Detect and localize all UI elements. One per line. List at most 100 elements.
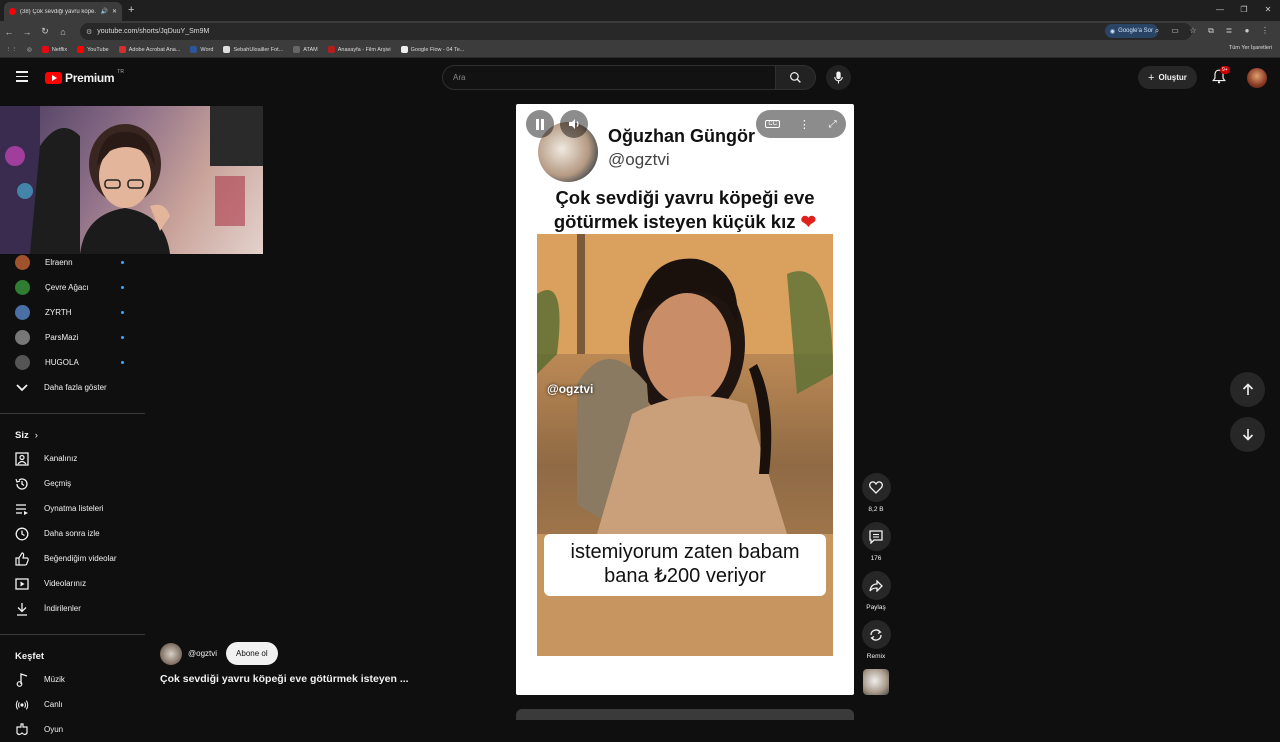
bookmark-youtube[interactable]: YouTube xyxy=(77,46,109,53)
next-short-preview[interactable] xyxy=(516,709,854,720)
browser-profile-icon[interactable]: ● xyxy=(1240,24,1254,38)
sidebar-item-label: Oynatma listeleri xyxy=(44,504,104,513)
tab-close-icon[interactable]: ✕ xyxy=(112,8,117,15)
new-tab-button[interactable]: + xyxy=(128,4,134,16)
sound-thumbnail[interactable] xyxy=(863,669,889,695)
volume-button[interactable] xyxy=(560,110,588,138)
comments-button[interactable] xyxy=(861,522,891,551)
region-code: TR xyxy=(117,69,124,75)
bookmark-atam[interactable]: ATAM xyxy=(293,46,318,53)
extensions-icon[interactable]: ⧉ xyxy=(1204,24,1218,38)
remix-button[interactable] xyxy=(861,620,891,649)
sidebar-item-watch-later[interactable]: Daha sonra izle xyxy=(0,521,145,546)
more-options-icon[interactable]: ⋮ xyxy=(799,118,810,131)
sidebar-item-label: Çevre Ağacı xyxy=(45,283,89,292)
remix-label: Remix xyxy=(866,653,886,660)
chrome-icon[interactable]: ◎ xyxy=(27,47,32,53)
bookmark-film-arsivi[interactable]: Anasayfa - Film Arşivi xyxy=(327,46,391,53)
maximize-button[interactable]: ❐ xyxy=(1232,0,1256,21)
menu-icon[interactable] xyxy=(16,71,28,85)
sidebar-item-label: Müzik xyxy=(44,675,65,684)
bookmarks-bar: ⋮⋮ ◎ Netflix YouTube Adobe Acrobat Ana..… xyxy=(0,42,1280,58)
person-icon xyxy=(15,451,29,466)
apps-icon[interactable]: ⋮⋮ xyxy=(6,47,17,53)
cast-icon[interactable]: ▭ xyxy=(1168,24,1182,38)
audio-icon: 🔊 xyxy=(100,9,108,15)
share-button[interactable] xyxy=(861,571,891,600)
channel-avatar xyxy=(15,305,30,320)
search-input[interactable] xyxy=(453,73,775,82)
back-button[interactable]: ← xyxy=(0,27,18,37)
create-button[interactable]: + Oluştur xyxy=(1138,66,1197,89)
sidebar-item-playlists[interactable]: Oynatma listeleri xyxy=(0,496,145,521)
reading-list-icon[interactable]: ≣ xyxy=(1222,24,1236,38)
bookmark-adobe[interactable]: Adobe Acrobat Ana... xyxy=(118,46,180,53)
sidebar-item-hugola[interactable]: HUGOLA xyxy=(0,350,145,375)
bookmark-star-icon[interactable]: ☆ xyxy=(1186,24,1200,38)
previous-short-button[interactable] xyxy=(1230,372,1265,407)
explore-section-header: Keşfet xyxy=(0,645,145,667)
zoom-icon[interactable]: ⌕ xyxy=(1150,24,1164,38)
subscribe-button[interactable]: Abone ol xyxy=(226,642,278,665)
sidebar-item-liked-videos[interactable]: Beğendiğim videolar xyxy=(0,546,145,571)
create-label: Oluştur xyxy=(1158,73,1187,82)
notification-badge: 9+ xyxy=(1220,66,1230,74)
sidebar-item-downloads[interactable]: İndirilenler xyxy=(0,596,145,621)
show-more-button[interactable]: Daha fazla göster xyxy=(0,375,145,400)
sidebar-item-label: ZYRTH xyxy=(45,308,72,317)
heart-emoji: ❤ xyxy=(800,211,817,232)
voice-search-button[interactable] xyxy=(826,65,851,90)
sidebar-item-live[interactable]: Canlı xyxy=(0,692,145,717)
video-title[interactable]: Çok sevdiği yavru köpeği eve götürmek is… xyxy=(160,673,409,685)
avatar[interactable] xyxy=(1247,68,1267,88)
notifications-button[interactable]: 9+ xyxy=(1212,66,1230,89)
youtube-premium-logo[interactable]: Premium TR xyxy=(45,69,124,85)
explore-header-label: Keşfet xyxy=(15,650,45,662)
minimize-button[interactable]: — xyxy=(1208,0,1232,21)
bookmark-google-flow[interactable]: Google Flow - 04 Te... xyxy=(400,46,464,53)
bookmark-photos[interactable]: SebahUloailler Fot... xyxy=(223,46,283,53)
site-info-icon[interactable]: ⚙ xyxy=(86,28,92,36)
address-bar[interactable]: ⚙ youtube.com/shorts/JqDuuY_Sm9M xyxy=(80,23,1192,40)
sidebar-item-history[interactable]: Geçmiş xyxy=(0,471,145,496)
channel-row: @ogztvi Abone ol xyxy=(160,642,278,665)
sidebar-item-label: Geçmiş xyxy=(44,479,72,488)
sidebar-item-cevre-agaci[interactable]: Çevre Ağacı xyxy=(0,275,145,300)
remix-action: Remix xyxy=(860,620,892,660)
bookmark-netflix[interactable]: Netflix xyxy=(41,46,67,53)
pause-icon xyxy=(536,118,544,130)
captions-button[interactable]: CC xyxy=(765,120,781,128)
search-button[interactable] xyxy=(776,65,816,90)
sidebar-item-label: HUGOLA xyxy=(45,358,79,367)
sidebar-item-your-channel[interactable]: Kanalınız xyxy=(0,446,145,471)
sidebar-item-gaming[interactable]: Oyun xyxy=(0,717,145,742)
you-section-header[interactable]: Siz › xyxy=(0,424,145,446)
browser-menu-icon[interactable]: ⋮ xyxy=(1258,24,1272,38)
like-action: 8,2 B xyxy=(860,473,892,513)
channel-avatar xyxy=(15,280,30,295)
arrow-up-icon xyxy=(1242,383,1253,395)
home-button[interactable]: ⌂ xyxy=(54,27,72,37)
sidebar-item-parsmazi[interactable]: ParsMazi xyxy=(0,325,145,350)
like-button[interactable] xyxy=(861,473,891,502)
next-short-button[interactable] xyxy=(1230,417,1265,452)
sidebar-item-zyrth[interactable]: ZYRTH xyxy=(0,300,145,325)
browser-tab[interactable]: (38) Çok sevdiği yavru köpe... 🔊 ✕ xyxy=(4,2,122,21)
browser-actions: ⌕ ▭ ☆ ⧉ ≣ ● ⋮ xyxy=(1150,24,1272,38)
pause-button[interactable] xyxy=(526,110,554,138)
video-headline: Çok sevdiği yavru köpeği eve götürmek is… xyxy=(526,186,844,234)
reload-button[interactable]: ↻ xyxy=(36,26,54,37)
close-window-button[interactable]: ✕ xyxy=(1256,0,1280,21)
channel-handle[interactable]: @ogztvi xyxy=(188,649,217,658)
bookmark-word[interactable]: Word xyxy=(190,46,213,53)
channel-avatar[interactable] xyxy=(160,642,182,665)
sidebar-item-music[interactable]: Müzik xyxy=(0,667,145,692)
all-bookmarks[interactable]: Tüm Yer İşaretleri xyxy=(1229,45,1272,51)
new-content-dot xyxy=(121,361,124,364)
forward-button[interactable]: → xyxy=(18,27,36,37)
fullscreen-icon[interactable]: ⤢ xyxy=(829,119,837,130)
url-text: youtube.com/shorts/JqDuuY_Sm9M xyxy=(97,28,210,35)
sidebar-item-your-videos[interactable]: Videolarınız xyxy=(0,571,145,596)
channel-avatar xyxy=(15,255,30,270)
short-video-player[interactable]: Oğuzhan Güngör @ogztvi Çok sevdiği yavru… xyxy=(516,104,854,695)
